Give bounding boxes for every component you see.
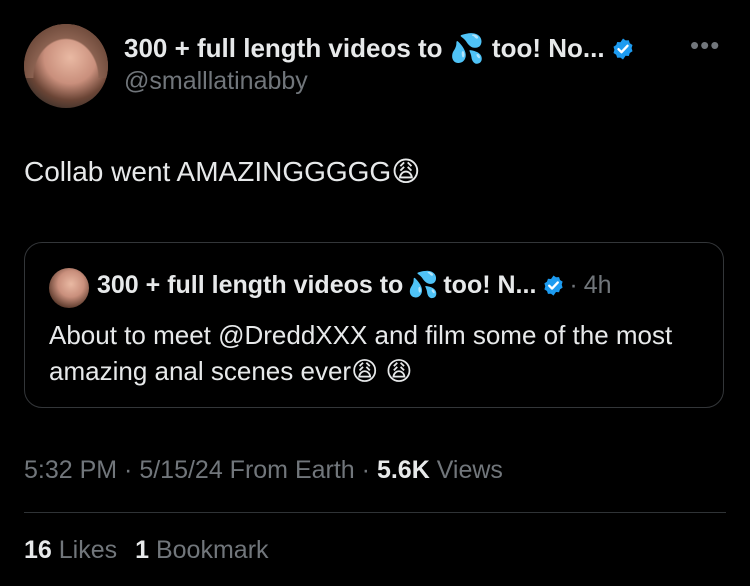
likes-label: Likes bbox=[51, 536, 118, 564]
quoted-tweet-header: 300 + full length videos to 💦 too! N... … bbox=[97, 271, 612, 300]
quoted-weary-face-emoji-icon: 😩 😩 bbox=[351, 356, 413, 386]
quoted-sweat-droplets-emoji-icon: 💦 bbox=[407, 271, 439, 299]
quoted-author-avatar bbox=[49, 268, 89, 308]
avatar-image bbox=[24, 24, 108, 78]
author-name-prefix: 300 + full length videos to bbox=[124, 33, 443, 63]
author-avatar[interactable] bbox=[24, 24, 108, 108]
tweet-body: Collab went AMAZINGGGGG bbox=[24, 156, 392, 187]
views-label: Views bbox=[429, 456, 503, 484]
tweet-date[interactable]: 5/15/24 From Earth bbox=[139, 456, 354, 484]
weary-face-emoji-icon: 😩 bbox=[391, 156, 421, 187]
quoted-separator: · bbox=[569, 271, 578, 299]
quoted-author-name-suffix: too! N... bbox=[443, 271, 537, 299]
author-name-suffix: too! No... bbox=[491, 33, 605, 63]
more-options-icon[interactable]: ••• bbox=[690, 30, 720, 61]
quoted-author-name-prefix: 300 + full length videos to bbox=[97, 271, 404, 299]
sweat-droplets-emoji-icon: 💦 bbox=[449, 33, 485, 64]
engagement-stats: 16 Likes 1 Bookmark bbox=[24, 536, 269, 565]
likes-count: 16 bbox=[24, 536, 52, 564]
quoted-tweet-card[interactable]: 300 + full length videos to 💦 too! N... … bbox=[24, 242, 724, 408]
tweet-metadata: 5:32 PM · 5/15/24 From Earth · 5.6K View… bbox=[24, 456, 503, 485]
bookmarks-stat[interactable]: 1 Bookmark bbox=[135, 536, 268, 564]
verified-badge-icon bbox=[613, 38, 633, 59]
views-count: 5.6K bbox=[376, 456, 430, 484]
tweet-time[interactable]: 5:32 PM bbox=[24, 456, 117, 484]
bookmarks-label: Bookmark bbox=[149, 536, 269, 564]
meta-separator: · bbox=[117, 456, 140, 484]
quoted-timestamp[interactable]: 4h bbox=[584, 271, 612, 300]
meta-separator: · bbox=[354, 456, 377, 484]
divider bbox=[24, 512, 726, 513]
quoted-tweet-text: About to meet @DreddXXX and film some of… bbox=[49, 317, 709, 389]
author-display-name[interactable]: 300 + full length videos to 💦 too! No... bbox=[124, 32, 635, 65]
quoted-verified-badge-icon bbox=[544, 275, 563, 296]
author-handle[interactable]: @smalllatinabby bbox=[124, 67, 308, 96]
bookmarks-count: 1 bbox=[135, 536, 150, 564]
tweet-text: Collab went AMAZINGGGGG😩 bbox=[24, 155, 420, 188]
likes-stat[interactable]: 16 Likes bbox=[24, 536, 117, 564]
